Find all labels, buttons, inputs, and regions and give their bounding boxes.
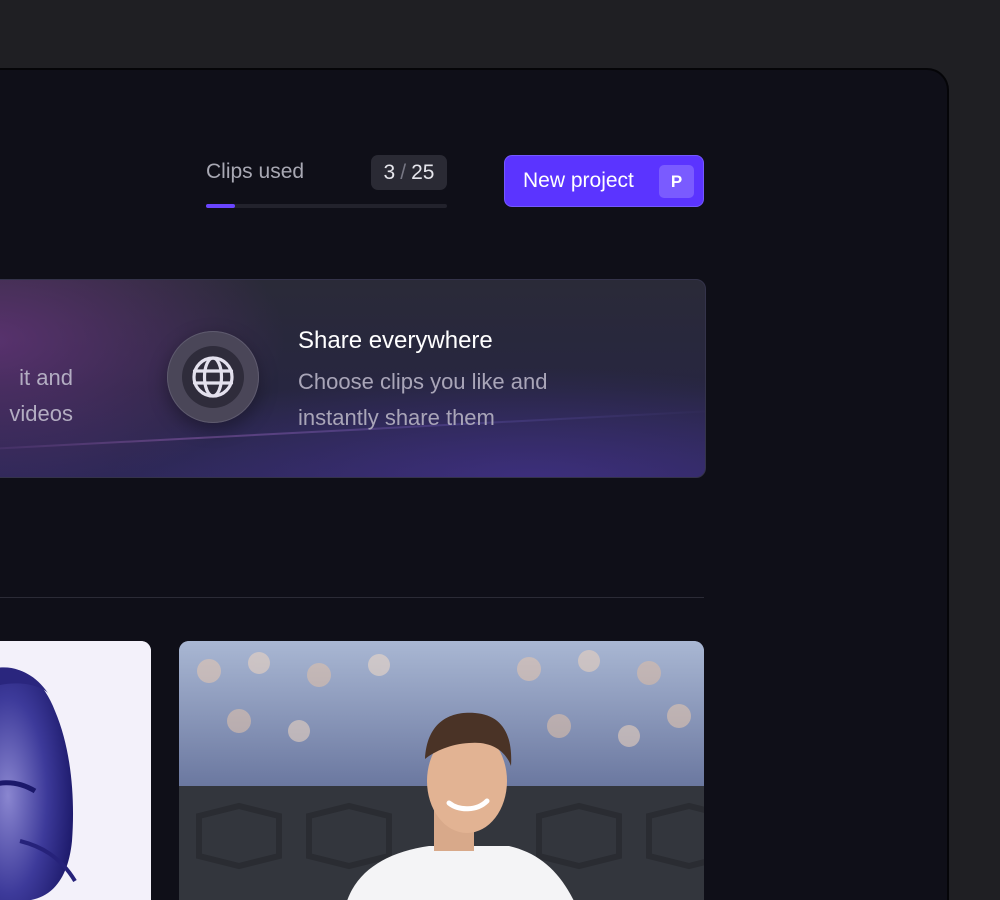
feature-description-line-2: instantly share them <box>298 405 495 430</box>
clips-used-label: Clips used <box>206 160 305 183</box>
clips-used-value: 3 <box>383 160 396 184</box>
shortcut-key-badge: P <box>659 165 694 198</box>
clips-used-count: 3 / 25 <box>371 155 447 190</box>
tennis-player-thumbnail[interactable] <box>179 641 704 900</box>
globe-icon <box>182 346 244 408</box>
clips-progress-fill <box>206 204 235 208</box>
previous-feature-line-1: it and <box>19 365 73 390</box>
clips-separator: / <box>400 160 407 184</box>
feature-description-line-1: Choose clips you like and <box>298 369 548 394</box>
previous-feature-line-2: videos <box>9 401 73 426</box>
previous-feature-description: it and videos <box>0 360 73 432</box>
globe-icon-badge <box>167 331 259 423</box>
app-window: Clips used 3 / 25 New project P it and v… <box>0 68 949 900</box>
portrait-thumbnail[interactable] <box>0 641 151 900</box>
feature-description: Choose clips you like and instantly shar… <box>298 364 618 436</box>
new-project-label: New project <box>523 169 634 192</box>
section-divider <box>0 597 704 598</box>
feature-title: Share everywhere <box>298 327 493 354</box>
clips-total-value: 25 <box>411 160 435 184</box>
clips-progress-bar <box>206 204 447 208</box>
feature-banner: it and videos Share everywhere Choose cl… <box>0 279 706 478</box>
new-project-button[interactable]: New project P <box>504 155 704 207</box>
